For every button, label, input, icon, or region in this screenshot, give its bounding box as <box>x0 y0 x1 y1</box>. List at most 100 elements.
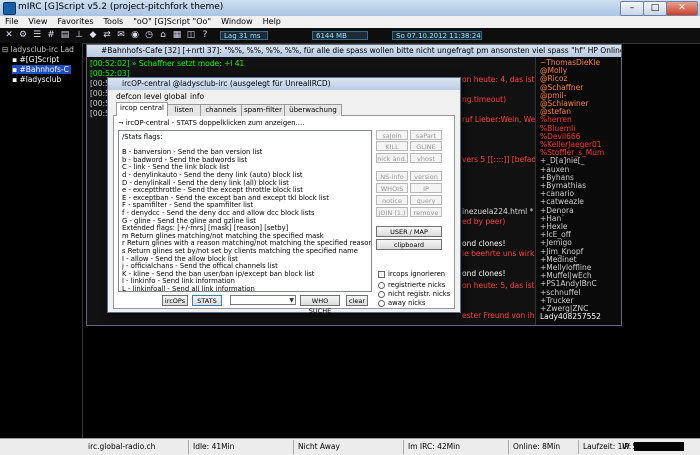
clipboard-button[interactable]: clipboard <box>376 239 442 250</box>
switchbar-tree: ⊟ ladysclub-irc Lad ▪ #[G]Script ▪ #Bahn… <box>0 43 83 438</box>
stats-flags-list[interactable]: /Stats flags: B - banversion - Send the b… <box>118 130 372 292</box>
user-map-button[interactable]: USER / MAP <box>376 226 442 237</box>
time: 11:38:24 <box>449 32 481 40</box>
tree-item-label: #ladysclub <box>19 75 62 84</box>
menu-bar: File View Favorites Tools "oO" [G]Script "Oo… <box>0 16 700 28</box>
status-server: irc.global-radio.ch <box>88 442 156 451</box>
weekday: So <box>396 32 405 40</box>
radio-registered[interactable] <box>378 282 385 289</box>
address-book-icon[interactable]: ☰ <box>32 30 42 40</box>
connect-icon[interactable]: ✕ <box>4 30 14 40</box>
side-button-kill[interactable]: KILL <box>376 141 408 151</box>
side-button-ns-info[interactable]: NS-info <box>376 171 408 181</box>
ircop-central-dialog: ircOP-central @ladysclub-irc (ausgelegt … <box>107 77 461 315</box>
tree-item-gscript[interactable]: ▪ #[G]Script <box>12 55 59 64</box>
status-divider <box>578 440 579 454</box>
menu-file[interactable]: File <box>0 16 23 28</box>
options-icon[interactable]: ⚙ <box>18 30 28 40</box>
tree-server-label: ladysclub-irc Lad <box>10 45 74 54</box>
stats-flag-item[interactable]: /Stats flags: <box>122 133 162 141</box>
ignore-ircops-checkbox[interactable] <box>378 271 385 278</box>
side-button-notice[interactable]: notice <box>376 195 408 205</box>
dialog-menu-global[interactable]: global <box>164 92 187 101</box>
side-button-gline[interactable]: GLINE <box>410 141 442 151</box>
side-button-sapart[interactable]: saPart <box>410 130 442 140</box>
tab-ueberwachung[interactable]: überwachung <box>284 104 342 116</box>
who-search-button[interactable]: WHO SUCHE <box>300 295 340 315</box>
tab-ircop-central[interactable]: ircop central <box>116 102 168 116</box>
clock-display: So 07.10.2012 11:38:24 <box>392 31 482 40</box>
chat-line-fragment: ond clones! <box>462 269 506 278</box>
dialog-title: ircOP-central @ladysclub-irc (ausgelegt … <box>108 78 460 90</box>
status-divider <box>403 440 404 454</box>
colors-icon[interactable]: ◆ <box>88 30 98 40</box>
tree-item-bahnhofs[interactable]: ▪ #Bahnhofs-C <box>12 65 71 74</box>
status-idle: Idle: 41Min <box>193 442 235 451</box>
notify-icon[interactable]: ◉ <box>130 30 140 40</box>
status-im-irc: Im IRC: 42Min <box>408 442 460 451</box>
side-button-version[interactable]: version <box>410 171 442 181</box>
radio-unregistered[interactable] <box>378 291 385 298</box>
scripts-icon[interactable]: ▤ <box>60 30 70 40</box>
tab-channels[interactable]: channels <box>200 104 242 116</box>
side-button-nick-nd-[interactable]: nick änd. <box>376 153 408 163</box>
menu-view[interactable]: View <box>23 16 52 28</box>
stats-button[interactable]: STATS <box>192 295 222 306</box>
side-button-whois[interactable]: WHOIS <box>376 183 408 193</box>
ignore-ircops-label: ircops ignorieren <box>388 270 446 278</box>
nick-list[interactable]: ~ThomasDieKle @Molly @Ricoz @Schaffner @pmil… <box>535 57 620 325</box>
nick-item[interactable]: Lady408257552 <box>540 313 601 321</box>
dialog-menu-info[interactable]: info <box>190 92 204 101</box>
dcc-send-icon[interactable]: ⇄ <box>102 30 112 40</box>
memory-meter: 6144 MB <box>312 31 368 40</box>
tree-server[interactable]: ⊟ ladysclub-irc Lad <box>2 45 74 54</box>
url-icon[interactable]: ⌂ <box>158 30 168 40</box>
side-button-sajoin[interactable]: saJoin <box>376 130 408 140</box>
timer-icon[interactable]: ◷ <box>144 30 154 40</box>
side-button-join-1-[interactable]: JOIN (1.) <box>376 207 408 217</box>
stats-flag-item[interactable]: L - linkinfoall - Send all link informat… <box>122 285 255 291</box>
side-button-vhost[interactable]: vhost <box>410 153 442 163</box>
menu-gscript[interactable]: "oO" [G]Script "Oo" <box>128 16 216 28</box>
toolbar: ✕ ⚙ ☰ # ▤ ⊥ ◆ ⇄ ✉ ◉ ◷ ⌂ ▦ ◫ ? Lag 31 ms … <box>0 28 700 44</box>
ircops-button[interactable]: ircOPs <box>162 295 188 306</box>
help-icon[interactable]: ? <box>200 30 210 40</box>
side-button-query[interactable]: query <box>410 195 442 205</box>
menu-tools[interactable]: Tools <box>99 16 129 28</box>
radio-unregistered-label: nicht registr. nicks <box>388 290 451 298</box>
chat-line-fragment: ng.timeout) <box>462 95 507 104</box>
side-button-remove[interactable]: remove <box>410 207 442 217</box>
window-title: mIRC [G]Script v5.2 (project-pitchfork t… <box>18 2 224 12</box>
status-ip-label: IP: <box>622 442 632 451</box>
tile-icon[interactable]: ▦ <box>172 30 182 40</box>
status-bar: irc.global-radio.ch Idle: 41Min Nicht Aw… <box>0 438 700 455</box>
toolbar-pin-icon[interactable]: ⊥ <box>74 30 84 40</box>
status-divider <box>293 440 294 454</box>
close-button[interactable]: ✕ <box>666 1 698 16</box>
radio-away-label: away nicks <box>388 299 426 307</box>
cascade-icon[interactable]: ◫ <box>186 30 196 40</box>
clear-button[interactable]: clear <box>346 295 368 306</box>
tree-item-ladysclub[interactable]: ▪ #ladysclub <box>12 75 61 84</box>
status-divider <box>188 440 189 454</box>
radio-registered-label: registrierte nicks <box>388 281 446 289</box>
side-button-ip[interactable]: IP <box>410 183 442 193</box>
menu-help[interactable]: Help <box>258 16 286 28</box>
dialog-menu-defcon[interactable]: defcon level <box>116 92 162 101</box>
section-label: ¬ ircOP-central - STATS doppelklicken zu… <box>118 119 305 127</box>
stats-combo[interactable]: ▼ <box>230 295 296 305</box>
menu-favorites[interactable]: Favorites <box>52 16 98 28</box>
app-icon <box>3 2 16 15</box>
memory-value: 6144 MB <box>316 32 347 40</box>
date: 07.10.2012 <box>406 32 448 40</box>
channels-list-icon[interactable]: # <box>46 30 56 40</box>
maximize-button[interactable]: □ <box>643 1 667 16</box>
menu-window[interactable]: Window <box>216 16 258 28</box>
status-online: Online: 8Min <box>513 442 561 451</box>
chevron-down-icon[interactable]: ▼ <box>289 296 294 305</box>
tab-spam-filter[interactable]: spam-filter <box>241 104 285 116</box>
minimize-button[interactable]: – <box>620 1 644 16</box>
tab-listen[interactable]: listen <box>167 104 201 116</box>
radio-away[interactable] <box>378 300 385 307</box>
dcc-chat-icon[interactable]: ✉ <box>116 30 126 40</box>
